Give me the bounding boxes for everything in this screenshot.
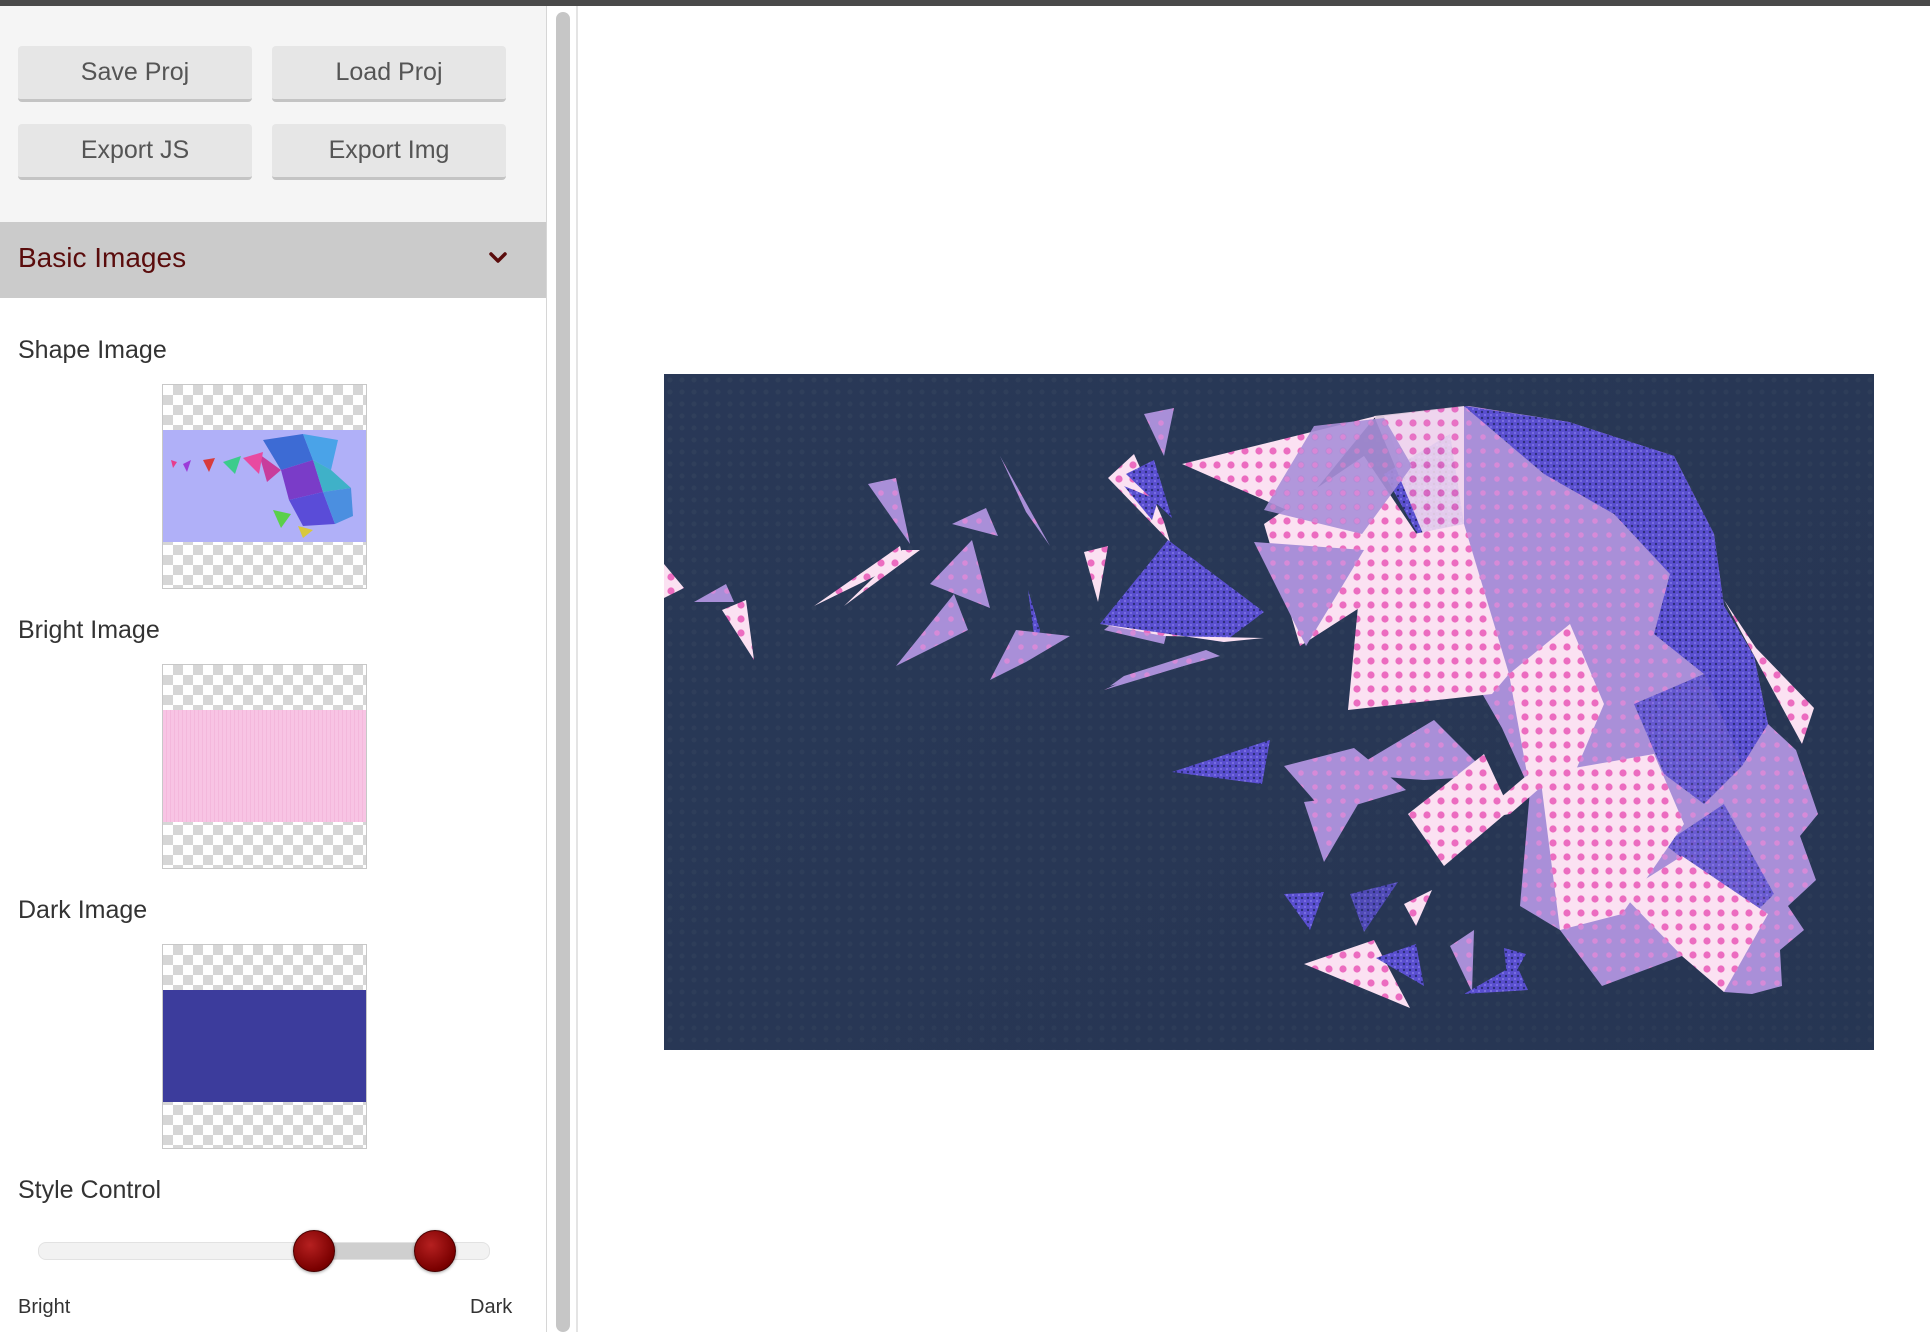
bright-image-thumbnail[interactable] bbox=[162, 664, 367, 869]
export-js-button[interactable]: Export JS bbox=[18, 124, 252, 180]
panel-divider bbox=[576, 6, 578, 1332]
shape-image-label: Shape Image bbox=[18, 336, 167, 364]
dark-image-preview bbox=[163, 990, 366, 1102]
bright-caption: Bright bbox=[18, 1296, 71, 1318]
dark-image-label: Dark Image bbox=[18, 896, 148, 924]
bright-image-preview bbox=[163, 710, 366, 822]
panel-scrollbar[interactable] bbox=[556, 12, 570, 1332]
shape-image-thumbnail[interactable] bbox=[162, 384, 367, 589]
project-toolbar: Save Proj Load Proj Export JS Export Img bbox=[0, 6, 546, 222]
basic-images-section-header[interactable]: Basic Images bbox=[0, 222, 546, 298]
dark-caption: Dark bbox=[470, 1296, 513, 1318]
export-image-button[interactable]: Export Img bbox=[272, 124, 506, 180]
chevron-down-icon[interactable] bbox=[486, 246, 510, 270]
load-project-button[interactable]: Load Proj bbox=[272, 46, 506, 102]
control-panel: Save Proj Load Proj Export JS Export Img… bbox=[0, 6, 547, 1332]
dark-image-thumbnail[interactable] bbox=[162, 944, 367, 1149]
style-control-label: Style Control bbox=[18, 1176, 162, 1204]
section-title: Basic Images bbox=[18, 242, 187, 273]
bright-image-label: Bright Image bbox=[18, 616, 160, 644]
output-canvas bbox=[664, 374, 1874, 1050]
shape-image-preview bbox=[163, 430, 366, 542]
style-control-high-handle[interactable] bbox=[414, 1230, 456, 1272]
save-project-button[interactable]: Save Proj bbox=[18, 46, 252, 102]
style-control-low-handle[interactable] bbox=[292, 1230, 335, 1272]
